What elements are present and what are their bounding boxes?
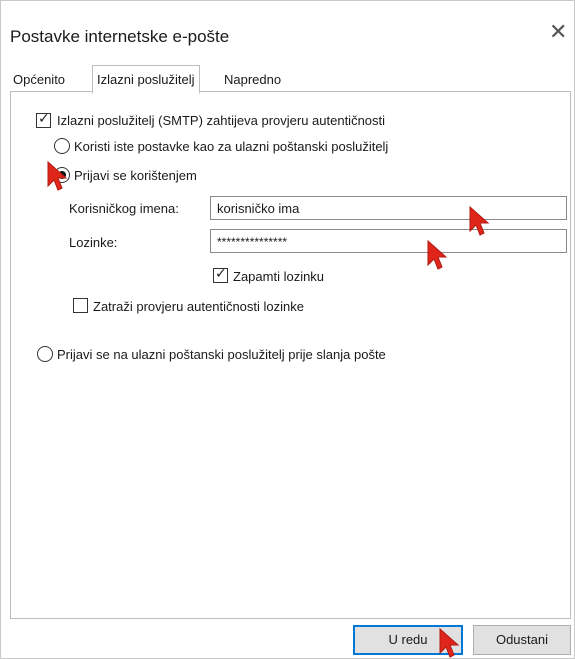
- spa-checkbox[interactable]: [73, 298, 88, 313]
- checkmark-icon: ✓: [215, 265, 227, 281]
- login-before-send-radio[interactable]: [37, 346, 53, 362]
- annotation-cursor-icon: [47, 160, 68, 191]
- tab-outgoing-server[interactable]: Izlazni poslužitelj: [92, 65, 200, 94]
- tab-general[interactable]: Općenito: [13, 69, 65, 91]
- checkmark-icon: ✓: [38, 110, 50, 126]
- password-label: Lozinke:: [69, 235, 118, 250]
- password-input[interactable]: ***************: [210, 229, 567, 253]
- outgoing-server-panel: ✓ Izlazni poslužitelj (SMTP) zahtijeva p…: [10, 91, 571, 619]
- smtp-auth-label: Izlazni poslužitelj (SMTP) zahtijeva pro…: [57, 113, 386, 128]
- close-icon[interactable]: ✕: [549, 21, 567, 43]
- same-settings-radio[interactable]: [54, 138, 70, 154]
- annotation-cursor-icon: [469, 205, 490, 236]
- spa-label: Zatraži provjeru autentičnosti lozinke: [93, 299, 304, 314]
- email-settings-dialog: Postavke internetske e-pošte ✕ Općenito …: [0, 0, 575, 659]
- username-label: Korisničkog imena:: [69, 201, 179, 216]
- login-with-label: Prijavi se korištenjem: [74, 168, 197, 183]
- login-before-send-label: Prijavi se na ulazni poštanski poslužite…: [57, 347, 386, 362]
- tab-bar: Općenito Izlazni poslužitelj Napredno: [10, 65, 570, 94]
- cancel-button[interactable]: Odustani: [473, 625, 571, 655]
- remember-password-checkbox[interactable]: ✓: [213, 265, 228, 283]
- username-input[interactable]: korisničko ima: [210, 196, 567, 220]
- tab-advanced[interactable]: Napredno: [224, 69, 281, 91]
- same-settings-label: Koristi iste postavke kao za ulazni pošt…: [74, 139, 389, 154]
- smtp-auth-checkbox[interactable]: ✓: [36, 110, 51, 128]
- annotation-cursor-icon: [439, 627, 460, 658]
- dialog-title: Postavke internetske e-pošte: [10, 27, 230, 46]
- annotation-cursor-icon: [427, 239, 448, 270]
- remember-password-label: Zapamti lozinku: [233, 269, 325, 284]
